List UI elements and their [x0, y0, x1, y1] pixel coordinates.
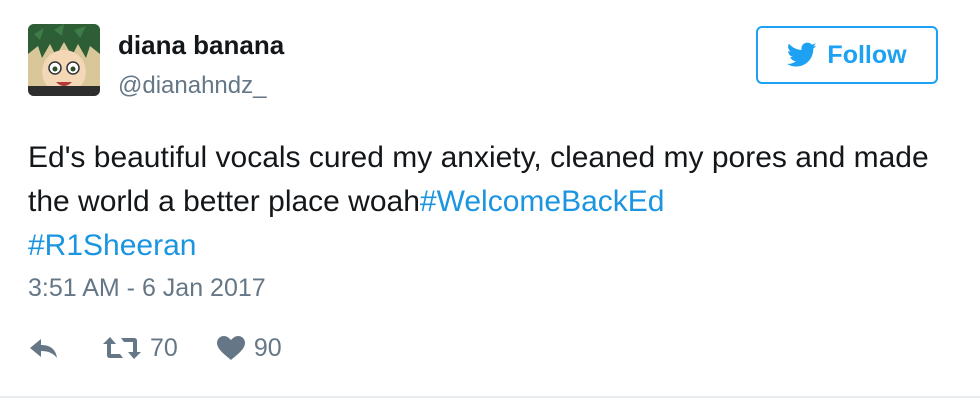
hashtag-link[interactable]: #WelcomeBackEd [420, 185, 665, 218]
follow-button-label: Follow [827, 40, 907, 69]
avatar[interactable] [28, 24, 100, 96]
retweet-count: 70 [150, 333, 178, 362]
card-bottom-border [0, 396, 980, 398]
reply-button[interactable] [28, 335, 60, 361]
twitter-bird-icon [787, 42, 817, 67]
like-count: 90 [253, 333, 282, 362]
tweet-card: diana banana @dianahndz_ Follow Ed's bea… [0, 0, 980, 408]
tweet-actions: 70 90 [28, 330, 282, 366]
retweet-button[interactable]: 70 [102, 334, 178, 363]
like-button[interactable]: 90 [216, 334, 282, 363]
follow-button[interactable]: Follow [756, 26, 938, 84]
avatar-image [28, 24, 100, 96]
reply-icon [30, 339, 57, 358]
display-name[interactable]: diana banana [118, 30, 284, 61]
tweet-timestamp[interactable]: 3:51 AM - 6 Jan 2017 [28, 274, 266, 303]
heart-icon [216, 336, 245, 360]
tweet-text: Ed's beautiful vocals cured my anxiety, … [28, 136, 948, 268]
user-handle[interactable]: @dianahndz_ [118, 72, 266, 100]
retweet-icon [103, 337, 141, 359]
hashtag-link[interactable]: #R1Sheeran [28, 229, 196, 262]
